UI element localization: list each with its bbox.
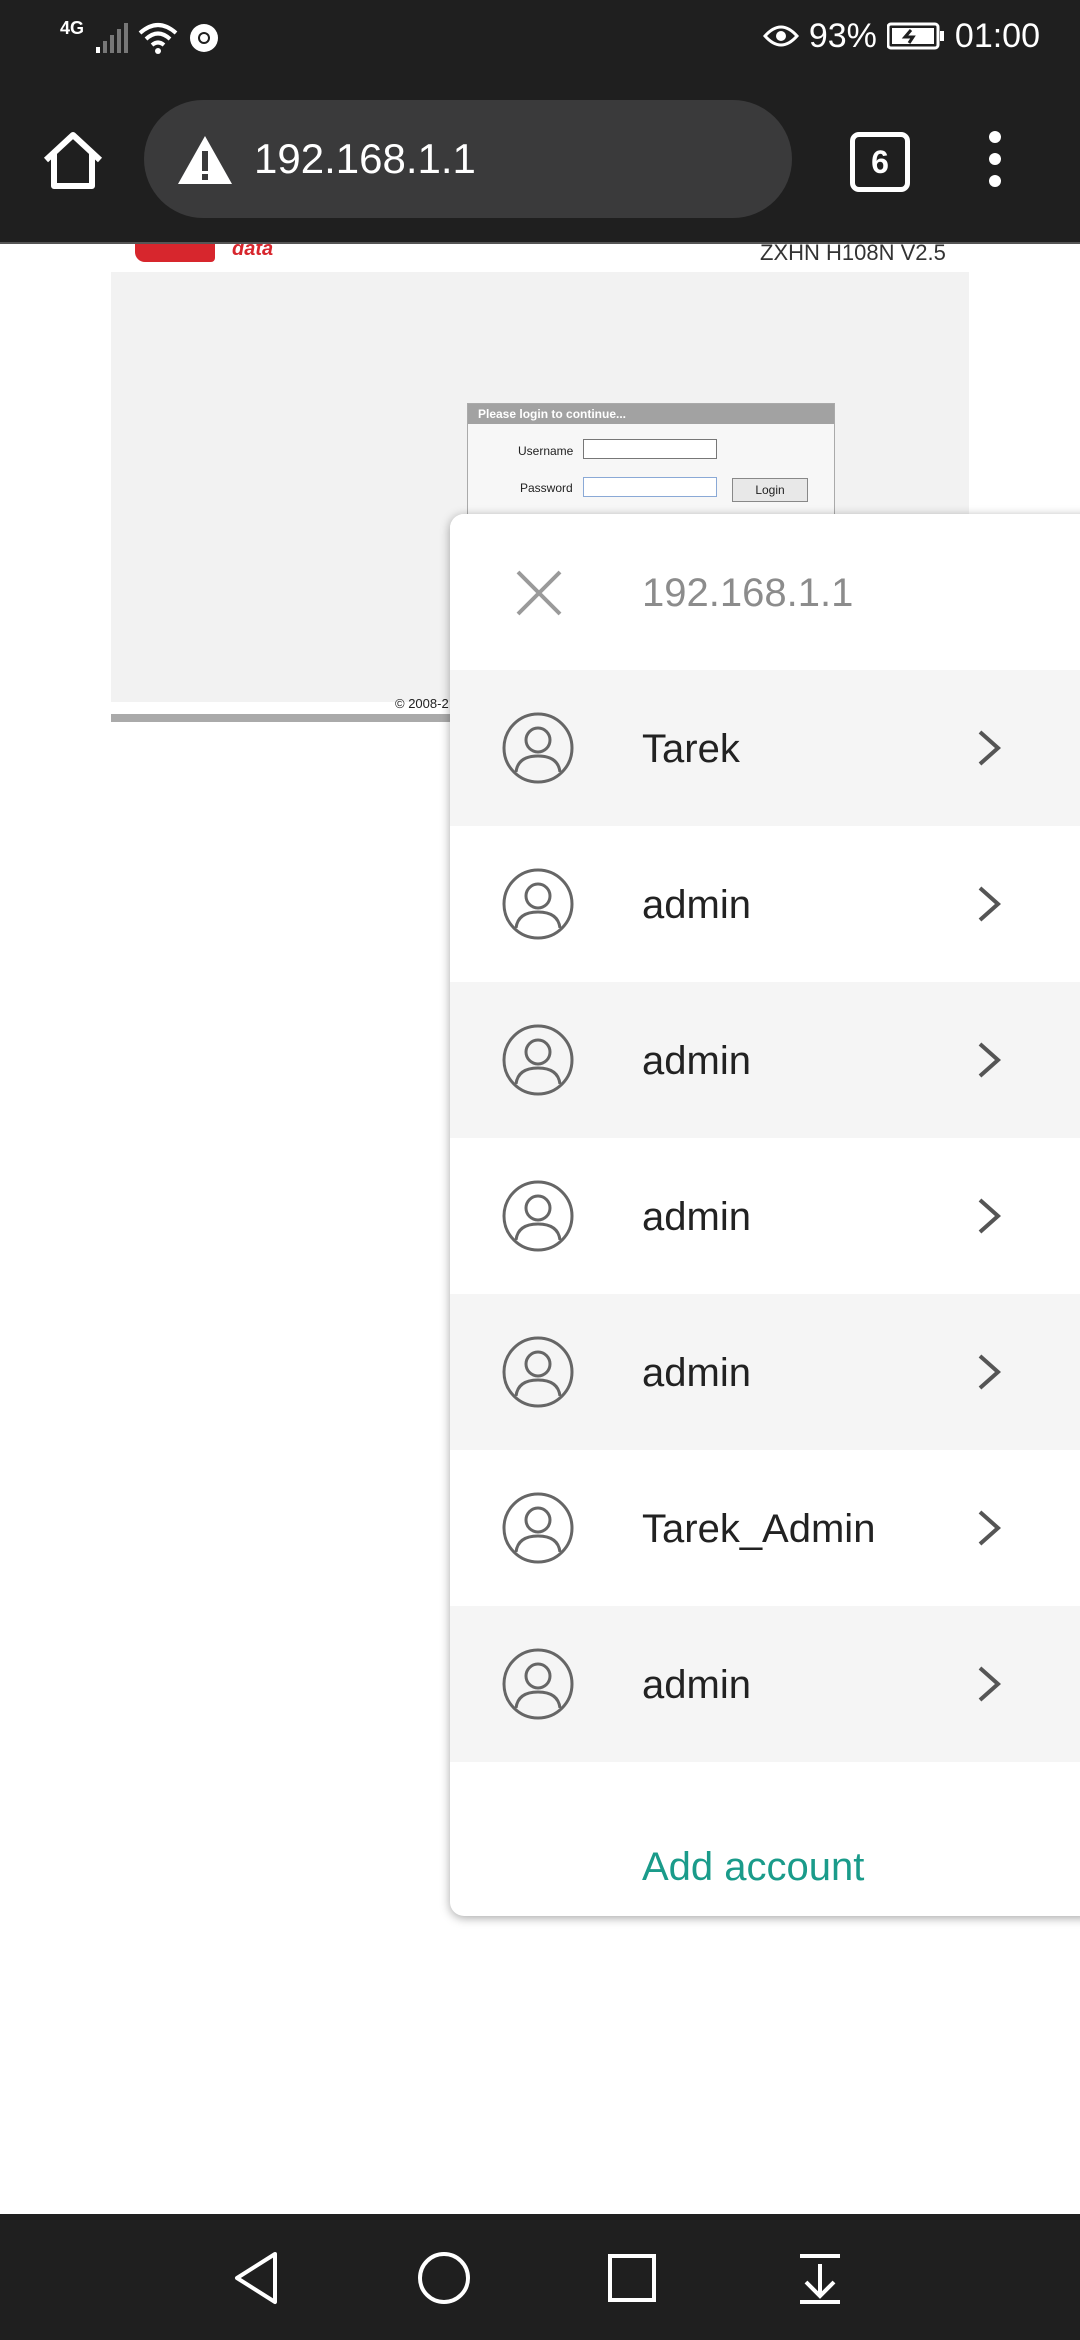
back-icon[interactable]: [227, 2248, 287, 2308]
status-right: 93% 01:00: [762, 14, 1040, 58]
account-row[interactable]: admin: [450, 982, 1080, 1138]
account-row[interactable]: admin: [450, 1606, 1080, 1762]
chevron-right-icon: [978, 1042, 1002, 1078]
chevron-right-icon: [978, 1510, 1002, 1546]
account-row[interactable]: Tarek_Admin: [450, 1450, 1080, 1606]
account-row[interactable]: Tarek: [450, 670, 1080, 826]
notification-pulldown-icon[interactable]: [790, 2248, 850, 2308]
account-name: admin: [642, 1351, 751, 1395]
signal-icon: [96, 23, 129, 53]
account-name: Tarek: [642, 727, 740, 771]
router-model: ZXHN H108N V2.5: [760, 244, 946, 265]
avatar-icon: [502, 712, 574, 784]
account-name: Tarek_Admin: [642, 1507, 876, 1551]
status-left: 4G: [60, 18, 220, 58]
wifi-icon: [138, 23, 178, 54]
home-nav-icon[interactable]: [414, 2248, 474, 2308]
chevron-right-icon: [978, 1354, 1002, 1390]
avatar-icon: [502, 1024, 574, 1096]
more-menu-icon[interactable]: [975, 126, 1015, 196]
chevron-right-icon: [978, 730, 1002, 766]
recents-icon[interactable]: [602, 2248, 662, 2308]
tab-switcher-button[interactable]: 6: [850, 132, 910, 192]
login-box: Please login to continue... Username Pas…: [467, 403, 835, 521]
battery-percent: 93%: [808, 16, 877, 55]
clock: 01:00: [954, 16, 1040, 55]
username-label: Username: [518, 444, 574, 458]
status-bar: 4G 93% 01:00: [0, 0, 1080, 72]
chevron-right-icon: [978, 1666, 1002, 1702]
username-field[interactable]: [583, 439, 717, 459]
navigation-bar: [0, 2214, 1080, 2340]
account-name: admin: [642, 1039, 751, 1083]
battery-icon: [886, 22, 944, 50]
avatar-icon: [502, 1336, 574, 1408]
avatar-icon: [502, 1492, 574, 1564]
router-logo-text: data: [232, 244, 274, 260]
close-icon[interactable]: [514, 568, 564, 618]
password-label: Password: [520, 481, 573, 495]
avatar-icon: [502, 1180, 574, 1252]
account-name: admin: [642, 1663, 751, 1707]
password-field[interactable]: [583, 477, 717, 497]
account-picker: 192.168.1.1 Tarek admin admin admin admin Tar…: [450, 514, 1080, 1916]
account-row[interactable]: admin: [450, 1138, 1080, 1294]
home-icon[interactable]: [38, 126, 108, 196]
account-row[interactable]: admin: [450, 1294, 1080, 1450]
account-name: admin: [642, 883, 751, 927]
eye-comfort-icon: [762, 25, 799, 47]
copyright-text: © 2008-2: [395, 696, 449, 711]
avatar-icon: [502, 1648, 574, 1720]
network-type: 4G: [60, 17, 85, 38]
warning-icon[interactable]: [176, 134, 234, 186]
browser-toolbar: 192.168.1.1 6: [0, 72, 1080, 244]
avatar-icon: [502, 868, 574, 940]
chevron-right-icon: [978, 886, 1002, 922]
url-text[interactable]: 192.168.1.1: [254, 130, 476, 188]
picker-host: 192.168.1.1: [642, 571, 854, 615]
chevron-right-icon: [978, 1198, 1002, 1234]
login-button[interactable]: Login: [732, 478, 808, 502]
router-logo: [135, 244, 215, 262]
add-account-button[interactable]: Add account: [642, 1842, 864, 1892]
picker-header: 192.168.1.1: [450, 514, 1080, 670]
account-name: admin: [642, 1195, 751, 1239]
address-bar[interactable]: 192.168.1.1: [144, 100, 792, 218]
chrome-icon: [190, 24, 219, 52]
account-row[interactable]: admin: [450, 826, 1080, 982]
login-title: Please login to continue...: [468, 404, 834, 424]
